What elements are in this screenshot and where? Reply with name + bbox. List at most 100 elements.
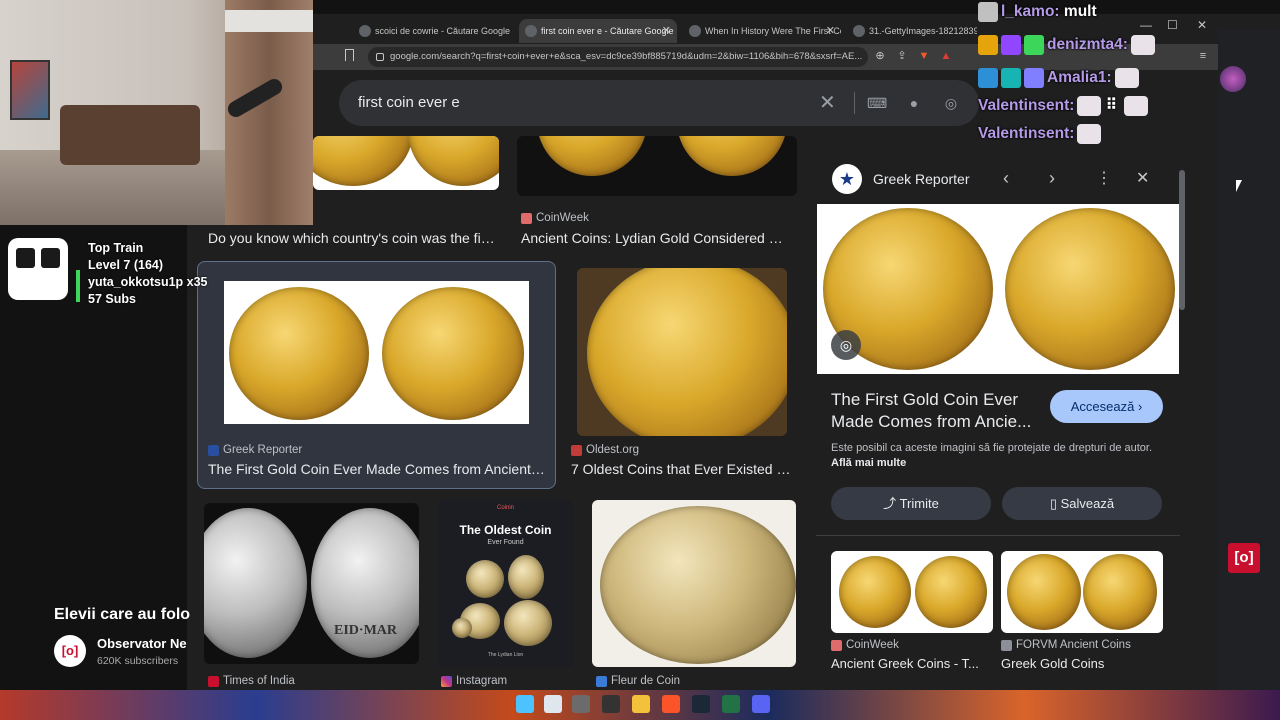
webcam-feed (0, 0, 313, 225)
menu-icon[interactable]: ≡ (1196, 49, 1210, 63)
result-source[interactable]: Greek Reporter (208, 444, 302, 456)
next-icon[interactable]: › (1049, 168, 1055, 189)
result-source[interactable]: Instagram (441, 675, 507, 687)
result-image[interactable] (517, 136, 797, 196)
visit-button[interactable]: Accesează › (1050, 390, 1163, 423)
task-view-icon[interactable] (544, 695, 562, 713)
results-page: first coin ever e ✕ ⌨ ● ◎ Do you know wh… (187, 70, 1218, 690)
visit-label: Accesează (1070, 399, 1135, 414)
related-source[interactable]: CoinWeek (831, 639, 899, 651)
brave-rewards-icon[interactable]: ▲ (939, 49, 953, 63)
result-image[interactable] (577, 268, 787, 436)
train-level: Level 7 (164) (88, 258, 164, 272)
result-title[interactable]: Do you know which country's coin was the… (208, 230, 498, 246)
result-image[interactable]: EID·MAR (204, 503, 419, 664)
result-source[interactable]: CoinWeek (521, 212, 589, 224)
related-title[interactable]: Greek Gold Coins (1001, 656, 1161, 671)
train-icon (8, 238, 68, 300)
lens-icon[interactable]: ◎ (831, 330, 861, 360)
share-icon: ⤴ (883, 496, 900, 511)
result-title[interactable]: The First Gold Coin Ever Made Comes from… (208, 461, 548, 477)
result-image-selected[interactable] (224, 281, 529, 424)
chat-message: Valentinsent: (978, 124, 1102, 144)
forvm-icon (1001, 640, 1012, 651)
cat-emote (1124, 96, 1149, 116)
coin-image (1083, 554, 1157, 630)
result-source[interactable]: Times of India (208, 675, 295, 687)
panel-scrollbar[interactable] (1179, 160, 1185, 670)
related-image[interactable] (1001, 551, 1163, 633)
panel-preview-image[interactable]: ◎ (817, 204, 1179, 374)
cat-emote (1077, 96, 1102, 116)
tab-getty[interactable]: 31.-GettyImages-182128394-cc18c5 (847, 19, 977, 43)
panel-source[interactable]: Greek Reporter (873, 171, 969, 187)
zoom-icon[interactable]: ⊕ (873, 49, 887, 63)
excel-icon[interactable] (722, 695, 740, 713)
search-query[interactable]: first coin ever e (358, 80, 460, 126)
result-source[interactable]: Fleur de Coin (596, 675, 680, 687)
close-tab-icon[interactable]: ✕ (826, 19, 835, 43)
tab-first-coin[interactable]: first coin ever e - Căutare Google ✕ (519, 19, 677, 43)
lens-icon[interactable]: ◎ (942, 94, 960, 112)
prev-icon[interactable]: ‹ (1003, 168, 1009, 189)
tab-scoici[interactable]: scoici de cowrie - Căutare Google (353, 19, 513, 43)
crown-badge-icon (978, 35, 998, 55)
brave-icon[interactable] (662, 695, 680, 713)
clear-search-icon[interactable]: ✕ (819, 80, 836, 126)
oldest-coin-heading: The Oldest Coin (459, 523, 552, 537)
coinin-brand: Coinin (496, 505, 514, 511)
taskbar-apps (510, 695, 780, 717)
coin-image (915, 556, 987, 628)
close-tab-icon[interactable]: ✕ (662, 19, 671, 43)
related-image[interactable] (831, 551, 993, 633)
profile-avatar[interactable] (1220, 66, 1246, 92)
tab-history-coins[interactable]: When In History Were The First Coins ✕ (683, 19, 841, 43)
brave-shield-icon[interactable]: ▼ (917, 49, 931, 63)
subscriber-count: 620K subscribers (97, 655, 179, 667)
scrollbar-thumb[interactable] (1179, 170, 1185, 310)
maximize-icon[interactable]: ☐ (1167, 18, 1178, 32)
file-explorer-icon[interactable] (632, 695, 650, 713)
cat-emote (1077, 124, 1102, 144)
close-panel-icon[interactable]: ✕ (1136, 168, 1149, 188)
close-window-icon[interactable]: ✕ (1197, 18, 1207, 32)
result-image[interactable]: Coinin The Oldest Coin Ever Found The Ly… (438, 500, 573, 667)
coin-image (677, 136, 787, 176)
search-divider (854, 92, 855, 114)
coin-image (408, 136, 499, 186)
learn-more-link[interactable]: Află mai multe (831, 457, 906, 469)
result-image[interactable] (592, 500, 796, 667)
save-button[interactable]: ▯ Salvează (1002, 487, 1162, 520)
fleur-de-coin-icon (596, 676, 607, 687)
related-title[interactable]: Ancient Greek Coins - T... (831, 656, 991, 671)
result-image[interactable] (313, 136, 499, 190)
train-info: Top Train Level 7 (164) yuta_okkotsu1p x… (88, 240, 208, 308)
result-title[interactable]: 7 Oldest Coins that Ever Existed - ... (571, 461, 793, 477)
cat-emote (1114, 68, 1139, 88)
address-bar[interactable]: google.com/search?q=first+coin+ever+e&sc… (368, 47, 868, 67)
panel-title[interactable]: The First Gold Coin Ever Made Comes from… (831, 389, 1046, 433)
widgets-icon[interactable] (572, 695, 590, 713)
steam-icon[interactable] (692, 695, 710, 713)
google-icon (525, 25, 537, 37)
share-icon[interactable]: ⇪ (895, 49, 909, 63)
discord-icon[interactable] (752, 695, 770, 713)
related-source[interactable]: FORVM Ancient Coins (1001, 639, 1131, 651)
site-info-icon[interactable] (376, 53, 384, 61)
search-box[interactable]: first coin ever e ✕ ⌨ ● ◎ (339, 80, 979, 126)
share-label: Trimite (899, 496, 939, 511)
keyboard-icon[interactable]: ⌨ (867, 94, 887, 112)
share-button[interactable]: ⤴ Trimite (831, 487, 991, 520)
result-title[interactable]: Ancient Coins: Lydian Gold Considered Fi… (521, 230, 791, 246)
app-icon[interactable] (602, 695, 620, 713)
microphone-icon[interactable]: ● (905, 94, 923, 112)
more-options-icon[interactable]: ⋮ (1096, 168, 1112, 188)
minimize-icon[interactable]: — (1140, 18, 1152, 32)
start-icon[interactable] (516, 695, 534, 713)
sub-badge-icon (1001, 35, 1021, 55)
tab-label: first coin ever e - Căutare Google (541, 26, 674, 36)
coin-image (537, 136, 647, 176)
result-source[interactable]: Oldest.org (571, 444, 639, 456)
oldest-coin-subheading: Ever Found (487, 539, 524, 546)
bookmark-icon[interactable] (345, 49, 354, 61)
